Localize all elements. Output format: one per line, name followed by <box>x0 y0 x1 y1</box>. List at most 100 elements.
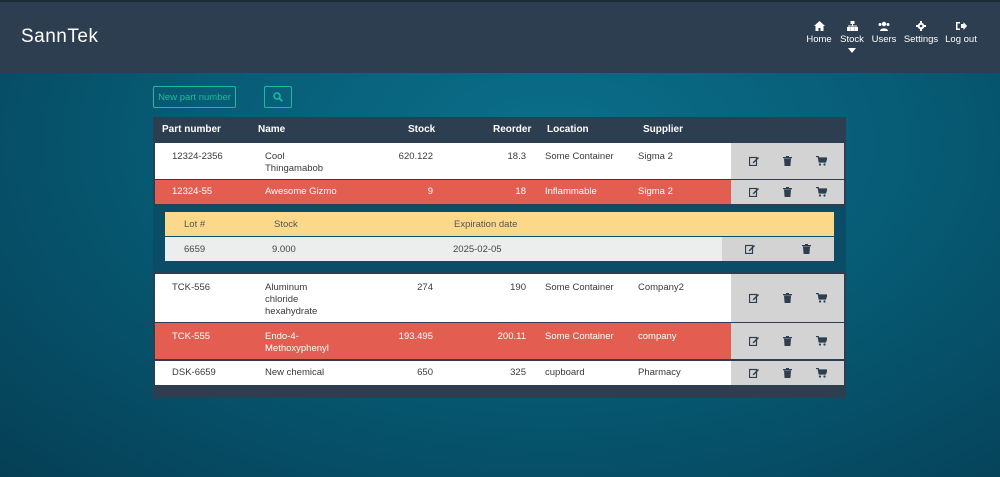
cell-part-number: 12324-55 <box>172 186 213 197</box>
cell-name: Endo-4- Methoxyphenyl <box>265 331 329 354</box>
header-lot-number: Lot # <box>184 219 206 230</box>
cell-part-number: DSK-6659 <box>172 367 216 378</box>
cell-name: Aluminum chloride hexahydrate <box>265 282 318 317</box>
header-lot-stock: Stock <box>274 219 298 230</box>
cell-supplier: Company2 <box>638 282 684 293</box>
header-location[interactable]: Location <box>547 124 589 135</box>
top-navbar: SannTek Home Stock Users Settings Log ou… <box>0 0 1000 73</box>
nav-stock[interactable]: Stock <box>839 21 865 53</box>
nav-stock-label: Stock <box>840 34 864 45</box>
lot-row[interactable]: 6659 9.000 2025-02-05 <box>165 237 834 261</box>
cell-name: Awesome Gizmo <box>265 186 337 197</box>
cell-part-number: 12324-2356 <box>172 151 223 162</box>
cell-location: Some Container <box>545 282 614 293</box>
logout-icon <box>955 22 967 30</box>
cart-icon <box>815 187 827 197</box>
users-icon <box>878 21 890 31</box>
search-icon <box>273 92 283 102</box>
order-button[interactable] <box>813 290 829 306</box>
nav-settings-label: Settings <box>903 34 939 45</box>
delete-button[interactable] <box>779 333 795 349</box>
cell-lot-stock: 9.000 <box>272 244 296 255</box>
edit-button[interactable] <box>746 290 762 306</box>
cell-name: New chemical <box>265 367 325 378</box>
new-part-number-button[interactable]: New part number <box>153 86 236 108</box>
cell-part-number: TCK-555 <box>172 331 211 342</box>
delete-button[interactable] <box>779 184 795 200</box>
edit-button[interactable] <box>746 365 762 381</box>
cell-supplier: Pharmacy <box>638 367 681 378</box>
cell-stock: 193.495 <box>398 331 433 342</box>
cell-supplier: Sigma 2 <box>638 186 673 197</box>
cell-expiration: 2025-02-05 <box>453 244 502 255</box>
row-actions <box>731 274 844 322</box>
row-actions <box>731 180 844 204</box>
edit-icon <box>748 368 759 378</box>
order-button[interactable] <box>813 184 829 200</box>
cell-part-number: TCK-556 <box>172 282 211 293</box>
table-header: Part number Name Stock Reorder Location … <box>153 117 846 142</box>
nav-home[interactable]: Home <box>806 21 832 45</box>
row-actions <box>731 323 844 359</box>
cell-reorder: 325 <box>510 367 526 378</box>
cell-location: Inflammable <box>545 186 597 197</box>
row-actions <box>731 361 844 385</box>
cart-icon <box>815 336 827 346</box>
trash-icon <box>782 293 792 303</box>
cart-icon <box>815 293 827 303</box>
lot-table-header: Lot # Stock Expiration date <box>165 212 834 236</box>
table-row[interactable]: DSK-6659 New chemical 650 325 cupboard P… <box>155 361 844 385</box>
edit-button[interactable] <box>746 333 762 349</box>
table-row[interactable]: 12324-2356 Cool Thingamabob 620.122 18.3 … <box>155 143 844 179</box>
header-stock[interactable]: Stock <box>408 124 435 135</box>
trash-icon <box>782 156 792 166</box>
cart-icon <box>815 368 827 378</box>
order-button[interactable] <box>813 153 829 169</box>
table-row[interactable]: TCK-555 Endo-4- Methoxyphenyl 193.495 200… <box>155 323 844 359</box>
nav-logout[interactable]: Log out <box>945 21 977 45</box>
cell-name: Cool Thingamabob <box>265 151 324 174</box>
cell-reorder: 200.11 <box>497 331 526 342</box>
cell-lot-number: 6659 <box>184 244 206 255</box>
delete-button[interactable] <box>779 290 795 306</box>
search-button[interactable] <box>264 86 292 108</box>
brand-logo[interactable]: SannTek <box>21 26 98 48</box>
header-reorder[interactable]: Reorder <box>493 124 531 135</box>
cart-icon <box>815 156 827 166</box>
edit-button[interactable] <box>746 184 762 200</box>
edit-lot-button[interactable] <box>742 241 758 257</box>
header-supplier[interactable]: Supplier <box>643 124 683 135</box>
trash-icon <box>801 244 811 254</box>
nav-users-label: Users <box>871 34 897 45</box>
lot-row-actions <box>722 237 834 261</box>
delete-lot-button[interactable] <box>798 241 814 257</box>
cell-reorder: 18 <box>515 186 526 197</box>
edit-icon <box>748 156 759 166</box>
gear-icon <box>916 21 926 31</box>
table-row[interactable]: 12324-55 Awesome Gizmo 9 18 Inflammable … <box>155 180 844 204</box>
parts-table: Part number Name Stock Reorder Location … <box>153 117 846 398</box>
trash-icon <box>782 187 792 197</box>
table-row[interactable]: TCK-556 Aluminum chloride hexahydrate 274 … <box>155 274 844 322</box>
trash-icon <box>782 368 792 378</box>
cell-stock: 650 <box>417 367 433 378</box>
cell-supplier: company <box>638 331 677 342</box>
edit-button[interactable] <box>746 153 762 169</box>
nav-users[interactable]: Users <box>871 21 897 45</box>
header-part-number[interactable]: Part number <box>162 124 221 135</box>
order-button[interactable] <box>813 333 829 349</box>
delete-button[interactable] <box>779 153 795 169</box>
cell-reorder: 18.3 <box>507 151 527 162</box>
delete-button[interactable] <box>779 365 795 381</box>
edit-icon <box>748 187 759 197</box>
nav-settings[interactable]: Settings <box>903 21 939 45</box>
cell-supplier: Sigma 2 <box>638 151 673 162</box>
cell-stock: 620.122 <box>398 151 433 162</box>
cell-location: cupboard <box>545 367 585 378</box>
header-name[interactable]: Name <box>258 124 285 135</box>
nav-home-label: Home <box>806 34 832 45</box>
trash-icon <box>782 336 792 346</box>
order-button[interactable] <box>813 365 829 381</box>
edit-icon <box>748 293 759 303</box>
lot-details-panel: Lot # Stock Expiration date 6659 9.000 2… <box>153 206 846 272</box>
